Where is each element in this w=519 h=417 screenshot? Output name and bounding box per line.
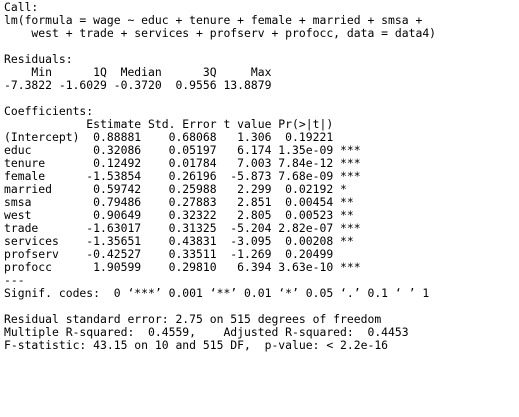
call-formula-line-2: west + trade + services + profserv + pro…	[4, 26, 437, 40]
r-console-output[interactable]: Call: lm(formula = wage ~ educ + tenure …	[4, 1, 517, 415]
signif-codes: Signif. codes: 0 ‘***’ 0.001 ‘**’ 0.01 ‘…	[4, 286, 430, 300]
coef-row-profocc: profocc 1.90599 0.29810 6.394 3.63e-10 *…	[4, 260, 361, 274]
f-statistic-line: F-statistic: 43.15 on 10 and 515 DF, p-v…	[4, 338, 389, 352]
residuals-values: -7.3822 -1.6029 -0.3720 0.9556 13.8879	[4, 78, 279, 92]
